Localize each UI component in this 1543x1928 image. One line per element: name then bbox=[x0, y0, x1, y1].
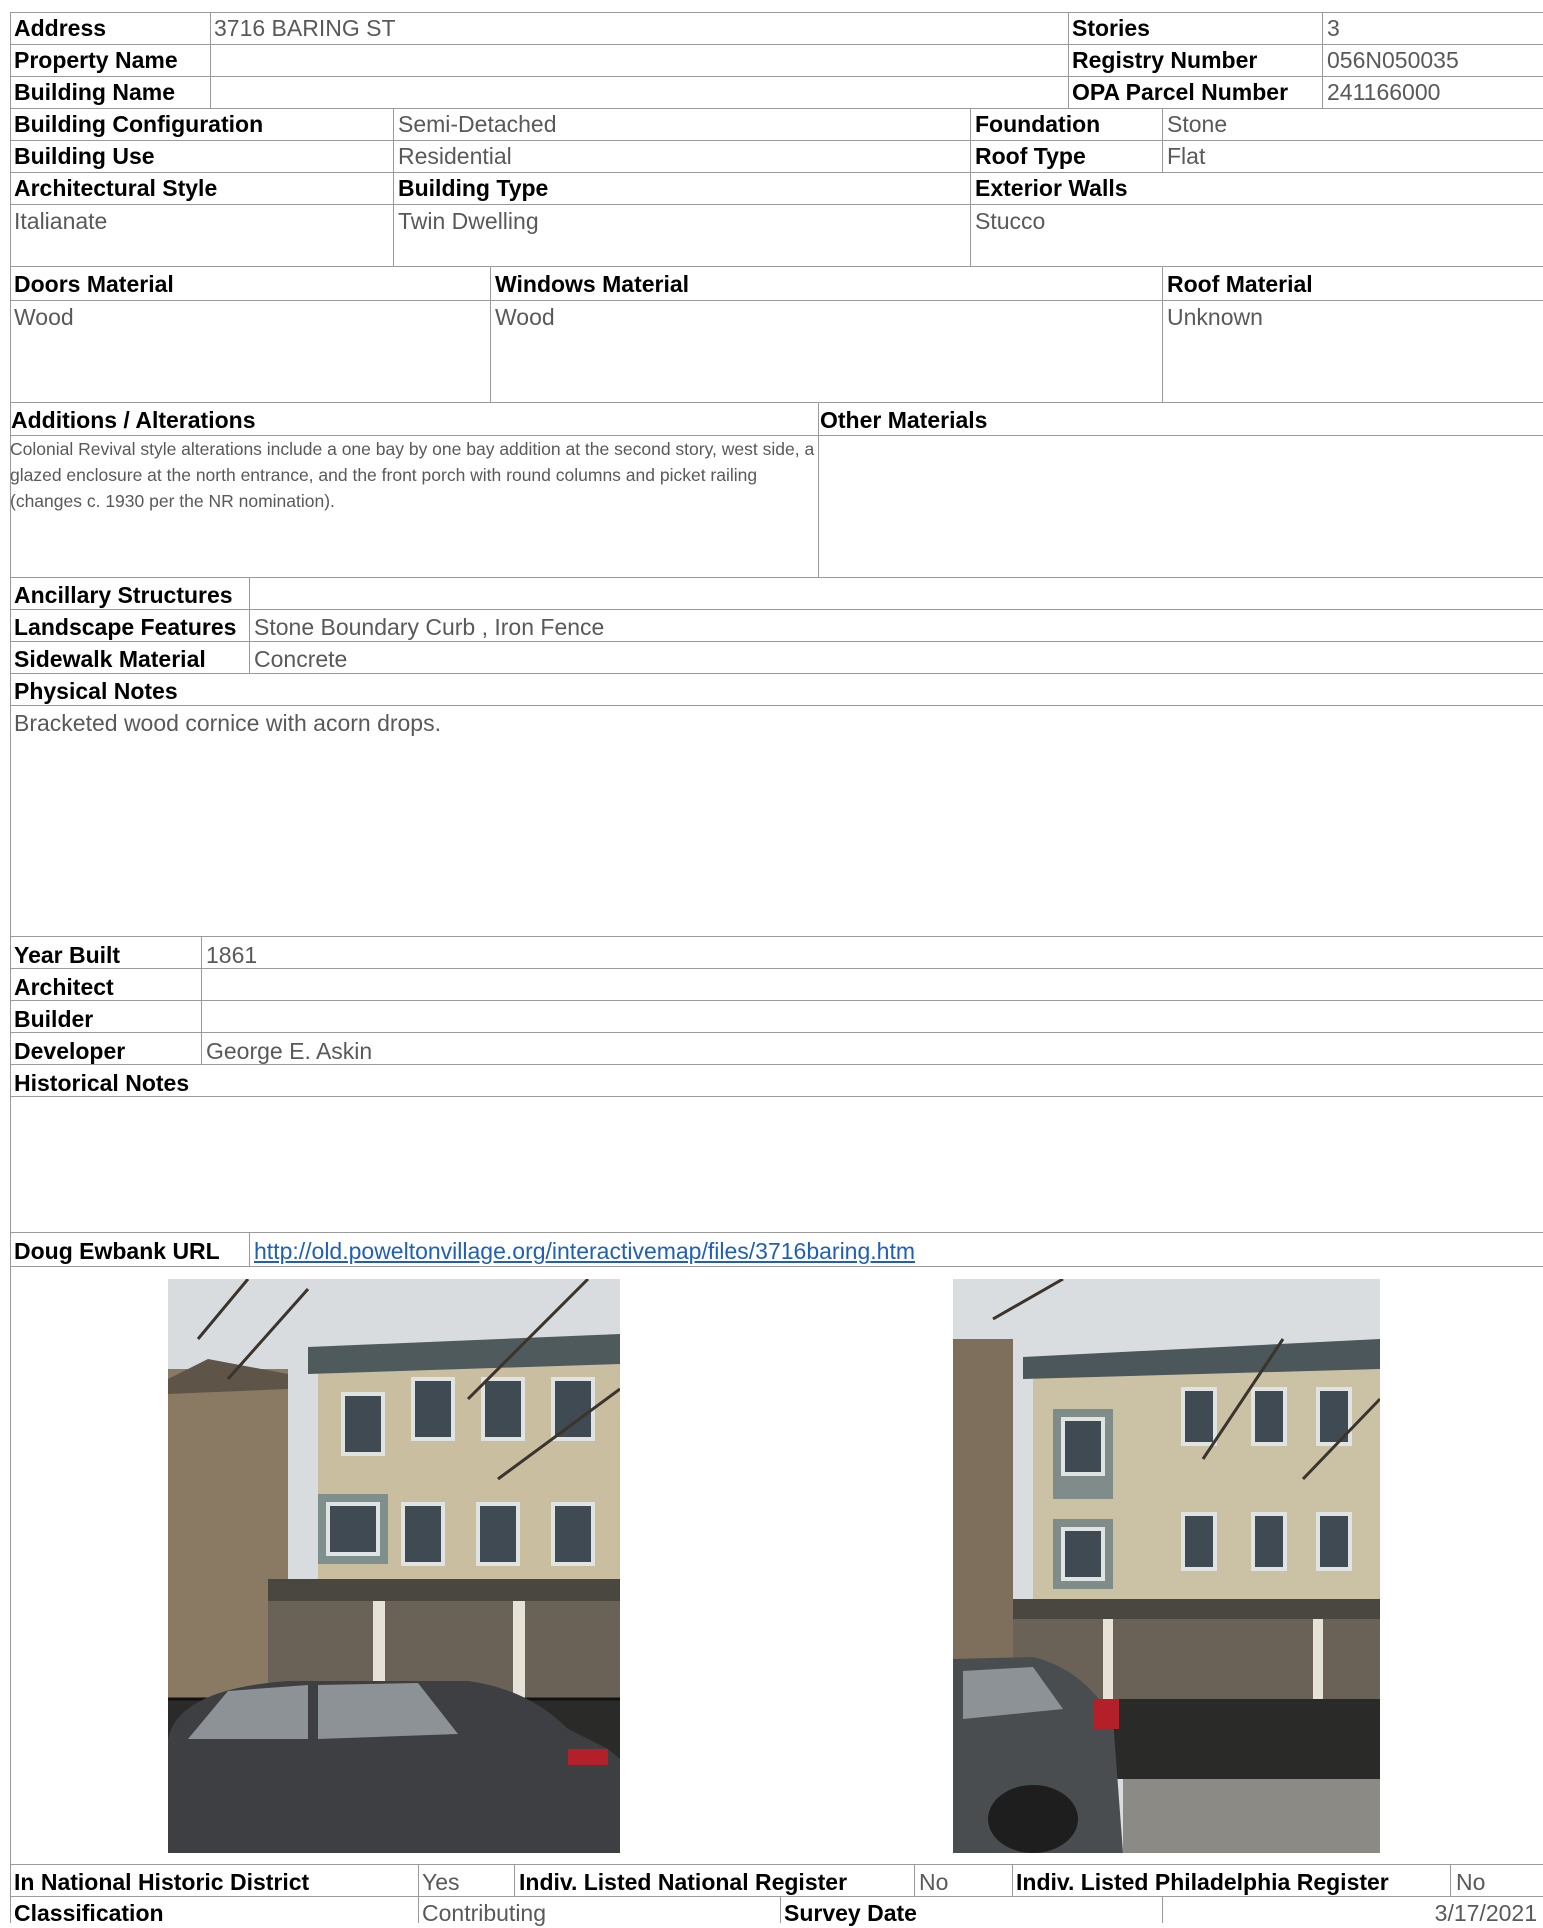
stories-label: Stories bbox=[1072, 15, 1150, 41]
doug-ewbank-url-link[interactable]: http://old.poweltonvillage.org/interacti… bbox=[254, 1236, 915, 1266]
architectural-style-label: Architectural Style bbox=[14, 175, 218, 201]
year-built-value: 1861 bbox=[206, 942, 258, 968]
sidewalk-material-label: Sidewalk Material bbox=[14, 646, 206, 672]
physical-notes-label: Physical Notes bbox=[14, 678, 178, 704]
sidewalk-material-value: Concrete bbox=[254, 646, 348, 672]
historical-notes-label: Historical Notes bbox=[14, 1070, 190, 1096]
roof-material-value: Unknown bbox=[1167, 304, 1263, 330]
roof-type-label: Roof Type bbox=[975, 143, 1086, 169]
developer-value: George E. Askin bbox=[206, 1038, 373, 1064]
roof-material-label: Roof Material bbox=[1167, 271, 1313, 297]
doors-material-label: Doors Material bbox=[14, 271, 174, 297]
additions-label: Additions / Alterations bbox=[11, 407, 256, 433]
building-photo-left bbox=[168, 1279, 620, 1853]
year-built-label: Year Built bbox=[14, 942, 121, 968]
national-register-label: Indiv. Listed National Register bbox=[519, 1869, 848, 1895]
address-value: 3716 BARING ST bbox=[214, 15, 396, 41]
classification-label: Classification bbox=[14, 1900, 164, 1926]
exterior-walls-value: Stucco bbox=[975, 208, 1046, 234]
registry-number-label: Registry Number bbox=[1072, 47, 1258, 73]
survey-date-label: Survey Date bbox=[784, 1900, 917, 1926]
opa-parcel-label: OPA Parcel Number bbox=[1072, 79, 1289, 105]
builder-label: Builder bbox=[14, 1006, 94, 1032]
foundation-label: Foundation bbox=[975, 111, 1101, 137]
developer-label: Developer bbox=[14, 1038, 126, 1064]
philadelphia-register-value: No bbox=[1456, 1869, 1486, 1895]
other-materials-label: Other Materials bbox=[820, 407, 988, 433]
building-use-label: Building Use bbox=[14, 143, 155, 169]
landscape-features-value: Stone Boundary Curb , Iron Fence bbox=[254, 614, 605, 640]
address-label: Address bbox=[14, 15, 107, 41]
registry-number-value: 056N050035 bbox=[1327, 47, 1459, 73]
additions-text: Colonial Revival style alterations inclu… bbox=[10, 439, 815, 511]
national-register-value: No bbox=[919, 1869, 949, 1895]
stories-value: 3 bbox=[1327, 15, 1340, 41]
property-name-label: Property Name bbox=[14, 47, 178, 73]
ancillary-structures-label: Ancillary Structures bbox=[14, 582, 233, 608]
architect-label: Architect bbox=[14, 974, 114, 1000]
opa-parcel-value: 241166000 bbox=[1327, 79, 1441, 105]
building-type-label: Building Type bbox=[398, 175, 549, 201]
national-district-label: In National Historic District bbox=[14, 1869, 310, 1895]
roof-type-value: Flat bbox=[1167, 143, 1206, 169]
philadelphia-register-label: Indiv. Listed Philadelphia Register bbox=[1016, 1869, 1389, 1895]
national-district-value: Yes bbox=[422, 1869, 460, 1895]
exterior-walls-label: Exterior Walls bbox=[975, 175, 1128, 201]
physical-notes-value: Bracketed wood cornice with acorn drops. bbox=[14, 710, 441, 736]
landscape-features-label: Landscape Features bbox=[14, 614, 237, 640]
building-configuration-value: Semi-Detached bbox=[398, 111, 557, 137]
doors-material-value: Wood bbox=[14, 304, 74, 330]
windows-material-value: Wood bbox=[495, 304, 555, 330]
architectural-style-value: Italianate bbox=[14, 208, 108, 234]
survey-date-value: 3/17/2021 bbox=[1434, 1900, 1537, 1926]
windows-material-label: Windows Material bbox=[495, 271, 690, 297]
building-photo-right bbox=[953, 1279, 1380, 1853]
foundation-value: Stone bbox=[1167, 111, 1228, 137]
building-type-value: Twin Dwelling bbox=[398, 208, 539, 234]
building-name-label: Building Name bbox=[14, 79, 176, 105]
building-use-value: Residential bbox=[398, 143, 512, 169]
doug-ewbank-url-label: Doug Ewbank URL bbox=[14, 1238, 220, 1264]
classification-value: Contributing bbox=[422, 1900, 547, 1926]
building-configuration-label: Building Configuration bbox=[14, 111, 264, 137]
